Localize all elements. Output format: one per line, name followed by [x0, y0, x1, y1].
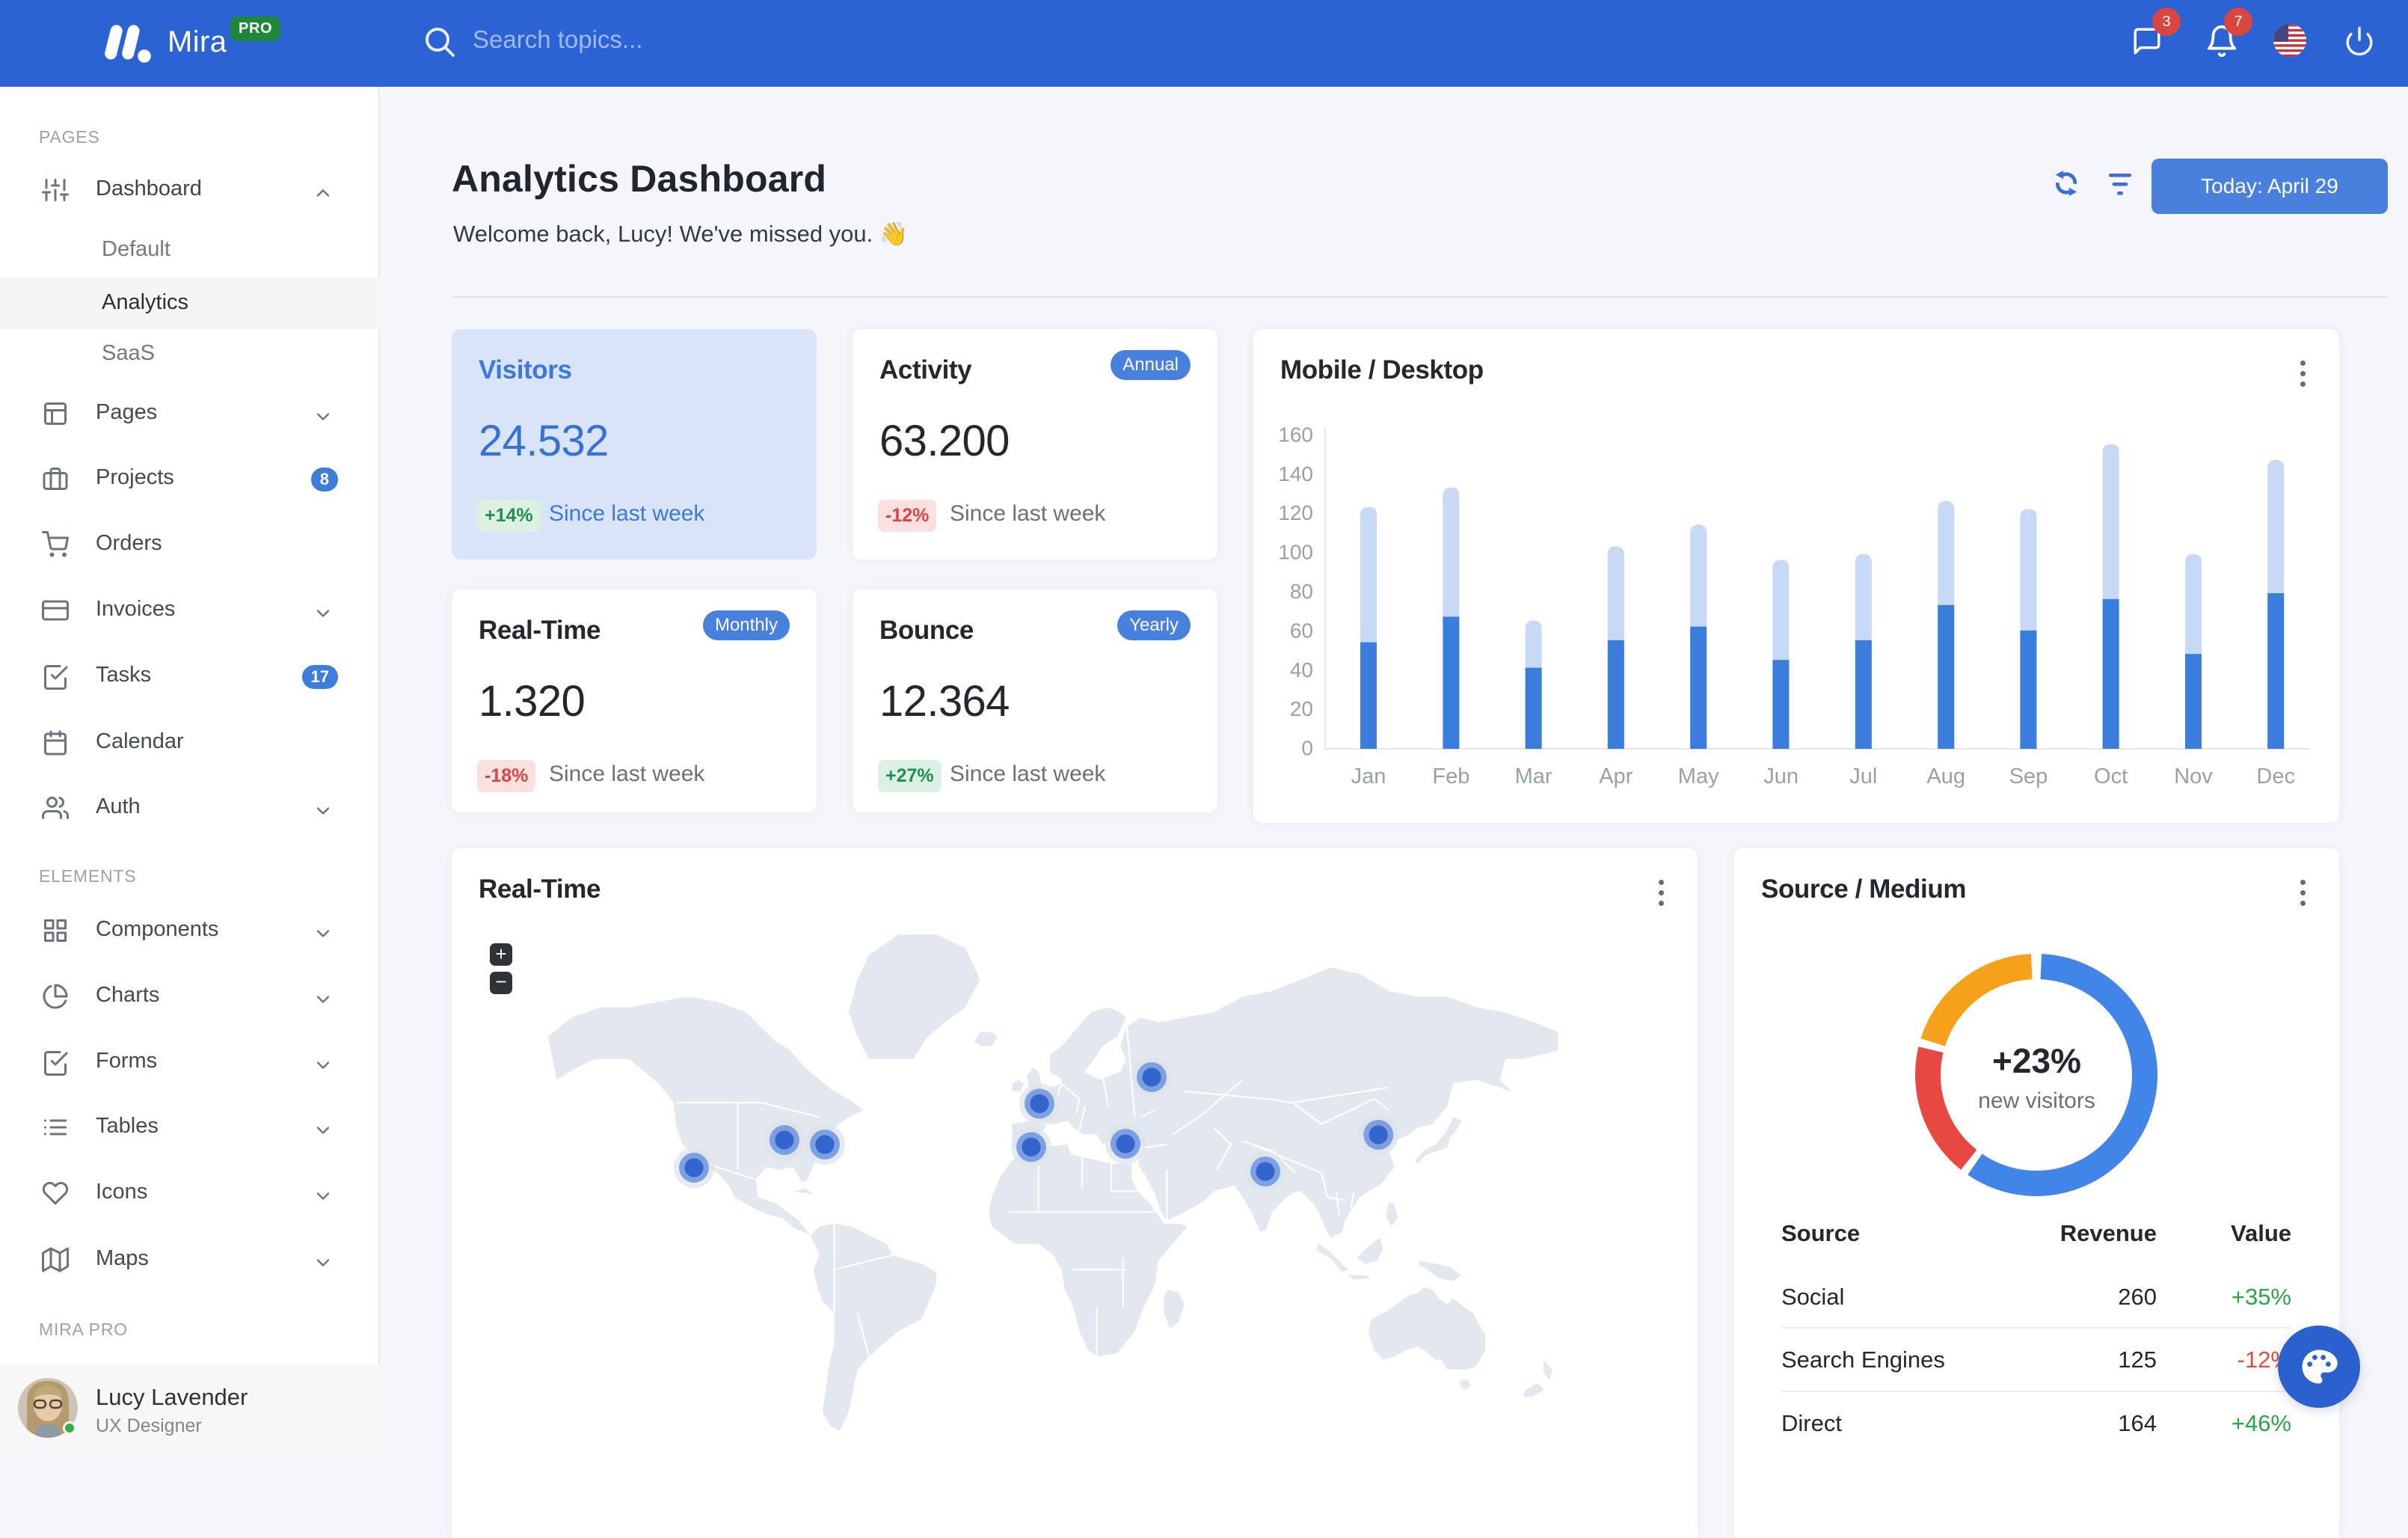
svg-text:Jul: Jul: [1849, 765, 1877, 788]
svg-text:100: 100: [1278, 541, 1313, 564]
svg-text:40: 40: [1290, 658, 1313, 681]
svg-text:Jan: Jan: [1351, 765, 1386, 788]
svg-text:May: May: [1678, 765, 1719, 788]
svg-text:140: 140: [1278, 462, 1313, 485]
svg-text:Aug: Aug: [1926, 765, 1965, 788]
svg-text:160: 160: [1278, 423, 1313, 446]
svg-text:Jun: Jun: [1763, 765, 1799, 788]
svg-text:Mar: Mar: [1515, 765, 1552, 788]
svg-text:20: 20: [1290, 697, 1313, 720]
svg-text:Nov: Nov: [2174, 765, 2213, 788]
svg-text:80: 80: [1290, 580, 1313, 603]
svg-text:60: 60: [1290, 619, 1313, 642]
svg-text:0: 0: [1301, 737, 1313, 760]
svg-text:Sep: Sep: [2009, 765, 2048, 788]
svg-text:Oct: Oct: [2094, 765, 2128, 788]
svg-text:Dec: Dec: [2256, 765, 2295, 788]
svg-text:120: 120: [1278, 501, 1313, 524]
svg-text:Feb: Feb: [1432, 765, 1469, 788]
svg-text:Apr: Apr: [1599, 765, 1633, 788]
